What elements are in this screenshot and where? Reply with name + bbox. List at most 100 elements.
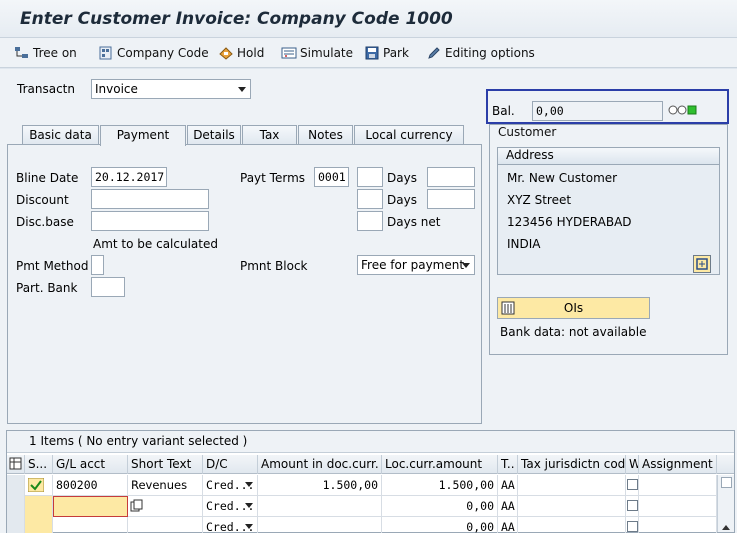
cell-gl[interactable]: 800200 bbox=[53, 475, 128, 496]
days2-input[interactable] bbox=[357, 189, 383, 209]
cell-loc: 0,00 bbox=[382, 496, 498, 517]
cell-status[interactable] bbox=[25, 496, 53, 517]
col-dc[interactable]: D/C bbox=[203, 455, 258, 474]
cell-text[interactable] bbox=[128, 517, 203, 533]
w-checkbox[interactable] bbox=[627, 521, 638, 532]
tab-notes[interactable]: Notes bbox=[298, 125, 353, 145]
pmnt-block-label: Pmnt Block bbox=[240, 259, 308, 273]
days-net-input[interactable] bbox=[357, 211, 383, 231]
chevron-down-icon bbox=[245, 482, 253, 487]
tab-local-currency[interactable]: Local currency bbox=[354, 125, 464, 145]
cell-tax-jur[interactable] bbox=[518, 517, 626, 533]
cell-assignment[interactable] bbox=[639, 475, 717, 496]
col-status[interactable]: S... bbox=[25, 455, 53, 474]
balance-value: 0,00 bbox=[536, 104, 564, 118]
percent2-input[interactable] bbox=[427, 189, 475, 209]
pmnt-block-select[interactable]: Free for payment bbox=[357, 255, 475, 275]
chevron-down-icon bbox=[462, 263, 470, 268]
cell-assignment[interactable] bbox=[639, 517, 717, 533]
tab-basic-data[interactable]: Basic data bbox=[22, 125, 99, 145]
disc-base-input[interactable] bbox=[91, 211, 209, 231]
scroll-up-button[interactable] bbox=[721, 477, 732, 488]
copy-icon[interactable] bbox=[130, 499, 143, 515]
customer-country: INDIA bbox=[507, 237, 541, 251]
tab-tax[interactable]: Tax bbox=[242, 125, 297, 145]
chevron-down-icon bbox=[245, 503, 253, 508]
transaction-select[interactable]: Invoice bbox=[91, 79, 251, 99]
col-tax-jurisdiction[interactable]: Tax jurisdictn code bbox=[518, 455, 626, 474]
cell-amount[interactable] bbox=[258, 517, 382, 533]
simulate-button[interactable]: Simulate bbox=[281, 43, 353, 63]
payment-tab-panel bbox=[7, 144, 482, 424]
company-code-label: Company Code bbox=[117, 46, 209, 60]
col-w[interactable]: W bbox=[626, 455, 639, 474]
payt-terms-input[interactable]: 0001 bbox=[314, 167, 349, 187]
col-tax-code[interactable]: T.. bbox=[498, 455, 518, 474]
cell-dc[interactable]: Cred... bbox=[203, 475, 258, 496]
cell-w[interactable] bbox=[626, 475, 639, 496]
pmt-method-input[interactable] bbox=[91, 255, 104, 275]
days1-input[interactable] bbox=[357, 167, 383, 187]
table-row[interactable]: 800200 Revenues Cred... 1.500,00 1.500,0… bbox=[7, 475, 734, 496]
col-loc-amount[interactable]: Loc.curr.amount bbox=[382, 455, 498, 474]
hold-label: Hold bbox=[237, 46, 265, 60]
table-row[interactable]: Cred... 0,00 AA bbox=[7, 517, 734, 533]
row-selector[interactable] bbox=[7, 517, 25, 533]
tab-payment[interactable]: Payment bbox=[100, 125, 186, 146]
cell-text[interactable]: Revenues bbox=[128, 475, 203, 496]
cell-amount[interactable]: 1.500,00 bbox=[258, 475, 382, 496]
w-checkbox[interactable] bbox=[627, 500, 638, 511]
address-section-label: Address bbox=[498, 148, 719, 165]
cell-dc[interactable]: Cred... bbox=[203, 517, 258, 533]
column-layout-icon[interactable] bbox=[7, 455, 25, 474]
chevron-down-icon bbox=[245, 524, 253, 529]
pencil-icon bbox=[426, 45, 442, 61]
cell-tax[interactable]: AA bbox=[498, 475, 518, 496]
col-gl-acct[interactable]: G/L acct bbox=[53, 455, 128, 474]
address-box: Address bbox=[497, 147, 720, 275]
table-row[interactable]: Cred... 0,00 AA bbox=[7, 496, 734, 517]
row-selector[interactable] bbox=[7, 496, 25, 517]
address-detail-icon[interactable] bbox=[693, 255, 711, 273]
col-short-text[interactable]: Short Text bbox=[128, 455, 203, 474]
cell-dc[interactable]: Cred... bbox=[203, 496, 258, 517]
scroll-down-arrow-icon[interactable] bbox=[722, 525, 730, 530]
cell-text[interactable] bbox=[128, 496, 203, 517]
tab-details[interactable]: Details bbox=[187, 125, 241, 145]
transaction-value: Invoice bbox=[95, 82, 138, 96]
editing-options-button[interactable]: Editing options bbox=[426, 43, 535, 63]
days2-label: Days bbox=[387, 193, 417, 207]
cell-w[interactable] bbox=[626, 496, 639, 517]
part-bank-input[interactable] bbox=[91, 277, 125, 297]
ois-button[interactable]: OIs bbox=[497, 297, 650, 319]
cell-tax[interactable]: AA bbox=[498, 517, 518, 533]
cell-tax-jur[interactable] bbox=[518, 496, 626, 517]
application-toolbar: Tree on Company Code Hold Simulate Park … bbox=[0, 38, 737, 68]
cell-status[interactable] bbox=[25, 517, 53, 533]
row-selector[interactable] bbox=[7, 475, 25, 496]
cell-gl[interactable] bbox=[53, 496, 128, 517]
col-assignment[interactable]: Assignment bbox=[639, 455, 717, 474]
disc-base-label: Disc.base bbox=[16, 215, 74, 229]
company-code-icon bbox=[98, 45, 114, 61]
vertical-scrollbar[interactable] bbox=[717, 475, 734, 532]
cell-tax[interactable]: AA bbox=[498, 496, 518, 517]
percent1-input[interactable] bbox=[427, 167, 475, 187]
bline-date-input[interactable]: 20.12.2017 bbox=[91, 167, 167, 187]
status-traffic-light-icon bbox=[668, 104, 698, 116]
customer-street: XYZ Street bbox=[507, 193, 572, 207]
col-amount-doc[interactable]: Amount in doc.curr. bbox=[258, 455, 382, 474]
w-checkbox[interactable] bbox=[627, 479, 638, 490]
park-button[interactable]: Park bbox=[364, 43, 409, 63]
cell-w[interactable] bbox=[626, 517, 639, 533]
company-code-button[interactable]: Company Code bbox=[98, 43, 209, 63]
tree-on-label: Tree on bbox=[33, 46, 77, 60]
chevron-down-icon bbox=[238, 87, 246, 92]
cell-assignment[interactable] bbox=[639, 496, 717, 517]
hold-button[interactable]: Hold bbox=[218, 43, 264, 63]
cell-gl[interactable] bbox=[53, 517, 128, 533]
cell-amount[interactable] bbox=[258, 496, 382, 517]
cell-tax-jur[interactable] bbox=[518, 475, 626, 496]
discount-input[interactable] bbox=[91, 189, 209, 209]
tree-on-button[interactable]: Tree on bbox=[14, 43, 77, 63]
